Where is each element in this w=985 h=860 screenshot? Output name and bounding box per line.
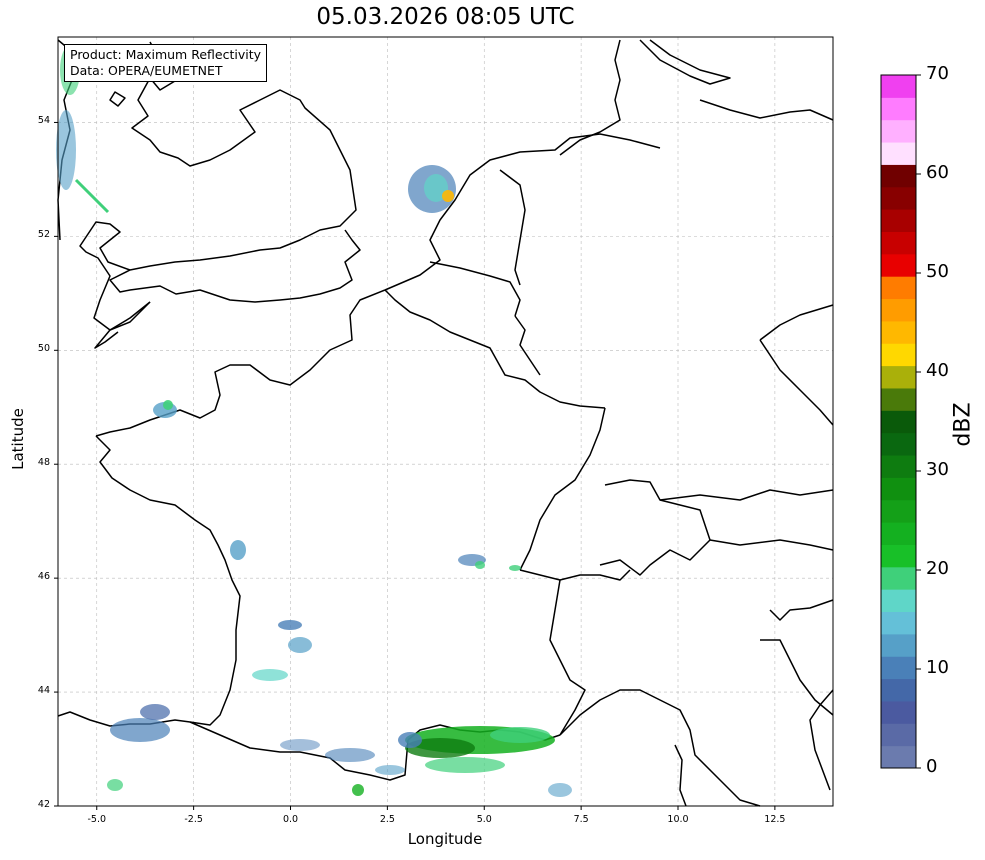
map-canvas: [54, 36, 921, 810]
colorbar-segment: [881, 723, 916, 747]
france-germany-border: [519, 407, 606, 571]
y-axis-label: Latitude: [9, 408, 27, 470]
colorbar-segment: [881, 186, 916, 210]
info-product: Product: Maximum Reflectivity: [70, 47, 262, 62]
colorbar-segment: [881, 455, 916, 478]
info-box: Product: Maximum Reflectivity Data: OPER…: [64, 44, 268, 82]
echo-aquitaine: [252, 620, 312, 681]
colorbar-segment: [881, 522, 916, 545]
denmark-islands: [639, 39, 731, 85]
colorbar-segment: [881, 544, 916, 568]
colorbar-segment: [881, 142, 916, 165]
colorbar-segment: [881, 700, 916, 724]
colorbar-segment: [881, 656, 916, 680]
colorbar-segment: [881, 432, 916, 456]
echo-pyrenees-west: [107, 704, 170, 791]
colorbar-tick-label: 50: [926, 261, 949, 282]
slovenia-border: [769, 599, 834, 621]
echo-central-france: [458, 554, 521, 571]
germany-austria-border: [659, 489, 834, 501]
austria-italy-border: [709, 539, 834, 551]
italy-coast: [559, 689, 761, 807]
germany-denmark-coast: [559, 39, 621, 156]
colorbar-segment: [881, 365, 916, 389]
info-data-source: Data: OPERA/EUMETNET: [70, 63, 223, 78]
belgium-nl-border: [429, 261, 521, 317]
colorbar-segment: [881, 387, 916, 411]
colorbar-tick-label: 40: [926, 360, 949, 381]
colorbar-tick-label: 60: [926, 162, 949, 183]
colorbar-segment: [881, 276, 916, 300]
nl-germany-border: [499, 169, 526, 286]
x-tick-label: 5.0: [476, 814, 492, 825]
wales-coast: [79, 221, 151, 331]
x-axis-ticks: [96, 806, 776, 810]
colorbar-segment: [881, 611, 916, 635]
france-italy-border: [549, 579, 586, 736]
y-tick-label: 42: [37, 799, 50, 810]
colorbar-tick-label: 30: [926, 459, 949, 480]
colorbar-tick-label: 0: [926, 756, 938, 777]
colorbar-segment: [881, 164, 916, 188]
brittany-coast: [95, 435, 241, 726]
colorbar-segment: [881, 97, 916, 121]
colorbar-tick-label: 70: [926, 63, 949, 84]
y-tick-label: 48: [37, 457, 50, 469]
x-tick-label: 7.5: [573, 814, 589, 825]
colorbar-tick-label: 10: [926, 657, 949, 678]
y-tick-label: 50: [37, 343, 50, 355]
x-tick-label: 0.0: [282, 814, 299, 825]
echo-vendee: [230, 540, 246, 560]
plot-frame: [57, 36, 834, 807]
y-axis-ticks: [54, 121, 58, 807]
france-belgium-border: [384, 289, 606, 409]
colorbar-segment: [881, 499, 916, 523]
colorbar-segment: [881, 343, 916, 367]
x-axis-label: Longitude: [407, 830, 483, 848]
colorbar-label: dBZ: [950, 402, 976, 447]
colorbar-segment: [881, 209, 916, 232]
colorbar-segment: [881, 320, 916, 344]
x-tick-label: 12.5: [764, 814, 786, 825]
colorbar-segment: [881, 75, 916, 98]
gridlines: [58, 37, 833, 807]
coastlines-borders: [57, 39, 834, 807]
colorbar-segment: [881, 678, 916, 702]
echo-brittany: [153, 400, 177, 418]
baltic-coast: [699, 99, 834, 121]
x-tick-label: -2.5: [184, 814, 203, 825]
france-spain-border: [189, 721, 409, 781]
colorbar-segment: [881, 253, 916, 277]
colorbar-tick-label: 20: [926, 558, 949, 579]
y-tick-label: 52: [37, 229, 50, 241]
colorbar-segment: [881, 119, 916, 143]
colorbar-segment: [881, 633, 916, 657]
belgium-germany-border: [514, 315, 541, 376]
y-tick-label: 54: [37, 115, 50, 127]
scotland-isle: [109, 91, 126, 107]
echo-southern-france: [280, 726, 572, 797]
colorbar: [881, 74, 921, 769]
france-swiss-border: [519, 569, 631, 581]
x-tick-label: -5.0: [87, 814, 107, 825]
germany-czech-border: [759, 304, 834, 341]
colorbar-segment: [881, 410, 916, 434]
corsica: [674, 744, 687, 807]
x-tick-label: 10.0: [667, 814, 689, 825]
colorbar-segment: [881, 231, 916, 255]
colorbar-segment: [881, 477, 916, 501]
czech-border: [759, 339, 834, 426]
colorbar-segment: [881, 298, 916, 322]
x-tick-label: 2.5: [379, 814, 395, 825]
swiss-border: [599, 479, 711, 576]
echo-north-sea: [408, 165, 456, 213]
colorbar-segment: [881, 745, 916, 769]
colorbar-segment: [881, 589, 916, 613]
radar-echoes: [56, 45, 572, 797]
colorbar-segment: [881, 566, 916, 590]
y-tick-label: 46: [37, 571, 50, 583]
y-tick-label: 44: [37, 685, 50, 697]
